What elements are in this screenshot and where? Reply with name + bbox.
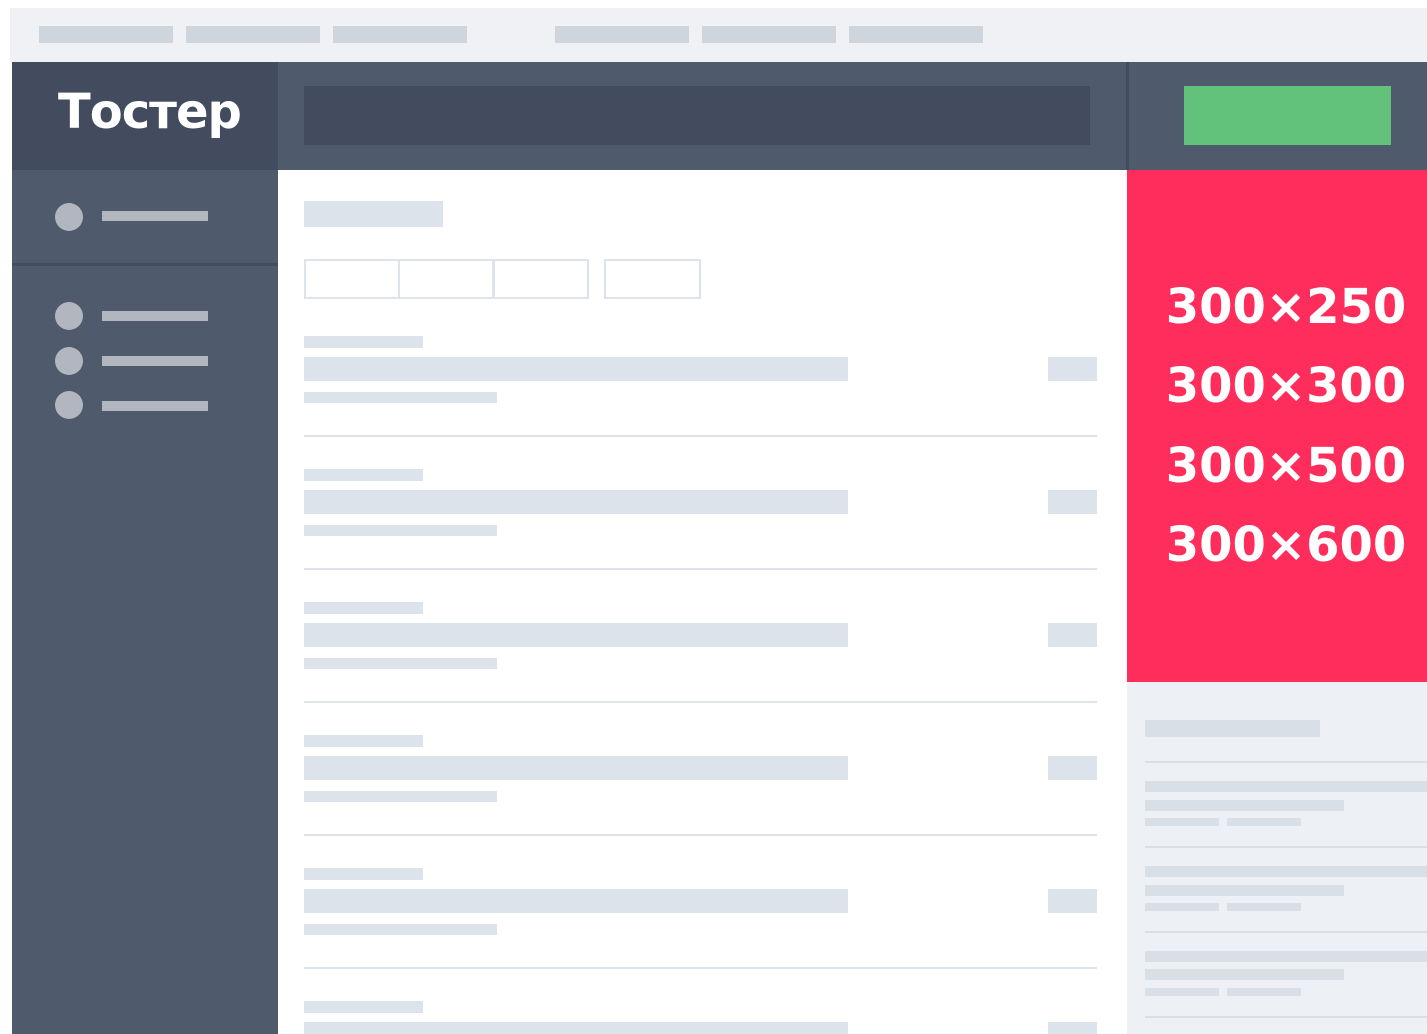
widget-item-meta-placeholder bbox=[1227, 818, 1301, 826]
answer-count-placeholder bbox=[1048, 889, 1097, 913]
question-title-placeholder bbox=[304, 357, 848, 381]
nav-item-icon[interactable] bbox=[55, 391, 83, 419]
question-meta-placeholder bbox=[304, 924, 497, 935]
row-divider bbox=[304, 967, 1097, 969]
ad-size-label: 300×600 bbox=[1165, 517, 1407, 573]
question-title-placeholder bbox=[304, 889, 848, 913]
sidebar-item-placeholder[interactable] bbox=[102, 211, 208, 221]
widget-divider bbox=[1145, 761, 1427, 763]
widget-divider bbox=[1145, 846, 1427, 848]
answer-count-placeholder bbox=[1048, 756, 1097, 780]
tab-placeholder[interactable] bbox=[555, 26, 689, 43]
widget-item-title-placeholder bbox=[1145, 951, 1427, 962]
filter-tab[interactable] bbox=[304, 259, 400, 299]
tab-placeholder[interactable] bbox=[39, 26, 173, 43]
widget-divider bbox=[1145, 1016, 1427, 1018]
question-tag-placeholder bbox=[304, 735, 423, 747]
logo-area[interactable]: Тостер bbox=[12, 62, 278, 170]
row-divider bbox=[304, 701, 1097, 703]
question-tag-placeholder bbox=[304, 1001, 423, 1013]
question-tag-placeholder bbox=[304, 602, 423, 614]
question-title-placeholder bbox=[304, 490, 848, 514]
filter-tab[interactable] bbox=[493, 259, 589, 299]
avatar-icon[interactable] bbox=[55, 203, 83, 231]
answer-count-placeholder bbox=[1048, 623, 1097, 647]
ad-size-label: 300×250 bbox=[1165, 279, 1407, 335]
answer-count-placeholder bbox=[1048, 490, 1097, 514]
sidebar-item-placeholder[interactable] bbox=[102, 356, 208, 366]
ad-size-label: 300×300 bbox=[1165, 358, 1407, 414]
question-tag-placeholder bbox=[304, 336, 423, 348]
filter-tab[interactable] bbox=[604, 259, 701, 299]
row-divider bbox=[304, 834, 1097, 836]
ad-banner[interactable]: 300×250 300×300 300×500 300×600 bbox=[1127, 170, 1427, 682]
widget-item-title-placeholder bbox=[1145, 800, 1344, 811]
question-meta-placeholder bbox=[304, 791, 497, 802]
widget-divider bbox=[1145, 931, 1427, 933]
row-divider bbox=[304, 435, 1097, 437]
question-title-placeholder bbox=[304, 1022, 848, 1034]
tab-placeholder[interactable] bbox=[186, 26, 320, 43]
sidebar bbox=[12, 170, 278, 1034]
right-column: 300×250 300×300 300×500 300×600 bbox=[1127, 170, 1427, 1034]
ad-size-label: 300×500 bbox=[1165, 438, 1407, 494]
widget-item-title-placeholder bbox=[1145, 885, 1344, 896]
header-divider bbox=[1126, 62, 1129, 170]
browser-tab-strip bbox=[10, 8, 1427, 62]
widget-item-meta-placeholder bbox=[1227, 903, 1301, 911]
answer-count-placeholder bbox=[1048, 1022, 1097, 1034]
tab-placeholder[interactable] bbox=[702, 26, 836, 43]
question-title-placeholder bbox=[304, 623, 848, 647]
nav-item-icon[interactable] bbox=[55, 347, 83, 375]
question-meta-placeholder bbox=[304, 658, 497, 669]
widget-item-title-placeholder bbox=[1145, 781, 1427, 792]
widget-item-title-placeholder bbox=[1145, 866, 1427, 877]
sidebar-item-placeholder[interactable] bbox=[102, 401, 208, 411]
question-tag-placeholder bbox=[304, 469, 423, 481]
widget-item-meta-placeholder bbox=[1145, 903, 1219, 911]
question-title-placeholder bbox=[304, 756, 848, 780]
tab-placeholder[interactable] bbox=[333, 26, 467, 43]
widget-item-title-placeholder bbox=[1145, 969, 1344, 980]
filter-tab[interactable] bbox=[398, 259, 494, 299]
question-meta-placeholder bbox=[304, 525, 497, 536]
widget-item-meta-placeholder bbox=[1145, 988, 1219, 996]
question-meta-placeholder bbox=[304, 392, 497, 403]
widget-item-meta-placeholder bbox=[1145, 818, 1219, 826]
row-divider bbox=[304, 568, 1097, 570]
tab-placeholder[interactable] bbox=[849, 26, 983, 43]
question-tag-placeholder bbox=[304, 868, 423, 880]
widget-title-placeholder bbox=[1145, 720, 1320, 737]
site-logo[interactable]: Тостер bbox=[58, 84, 242, 140]
main-content bbox=[278, 170, 1127, 1034]
cta-button[interactable] bbox=[1184, 86, 1391, 145]
nav-item-icon[interactable] bbox=[55, 302, 83, 330]
site-header: Тостер bbox=[12, 62, 1427, 170]
answer-count-placeholder bbox=[1048, 357, 1097, 381]
sidebar-item-placeholder[interactable] bbox=[102, 311, 208, 321]
sidebar-divider bbox=[12, 263, 278, 266]
search-input[interactable] bbox=[304, 86, 1090, 145]
widget-item-meta-placeholder bbox=[1227, 988, 1301, 996]
page-title-placeholder bbox=[304, 201, 443, 227]
